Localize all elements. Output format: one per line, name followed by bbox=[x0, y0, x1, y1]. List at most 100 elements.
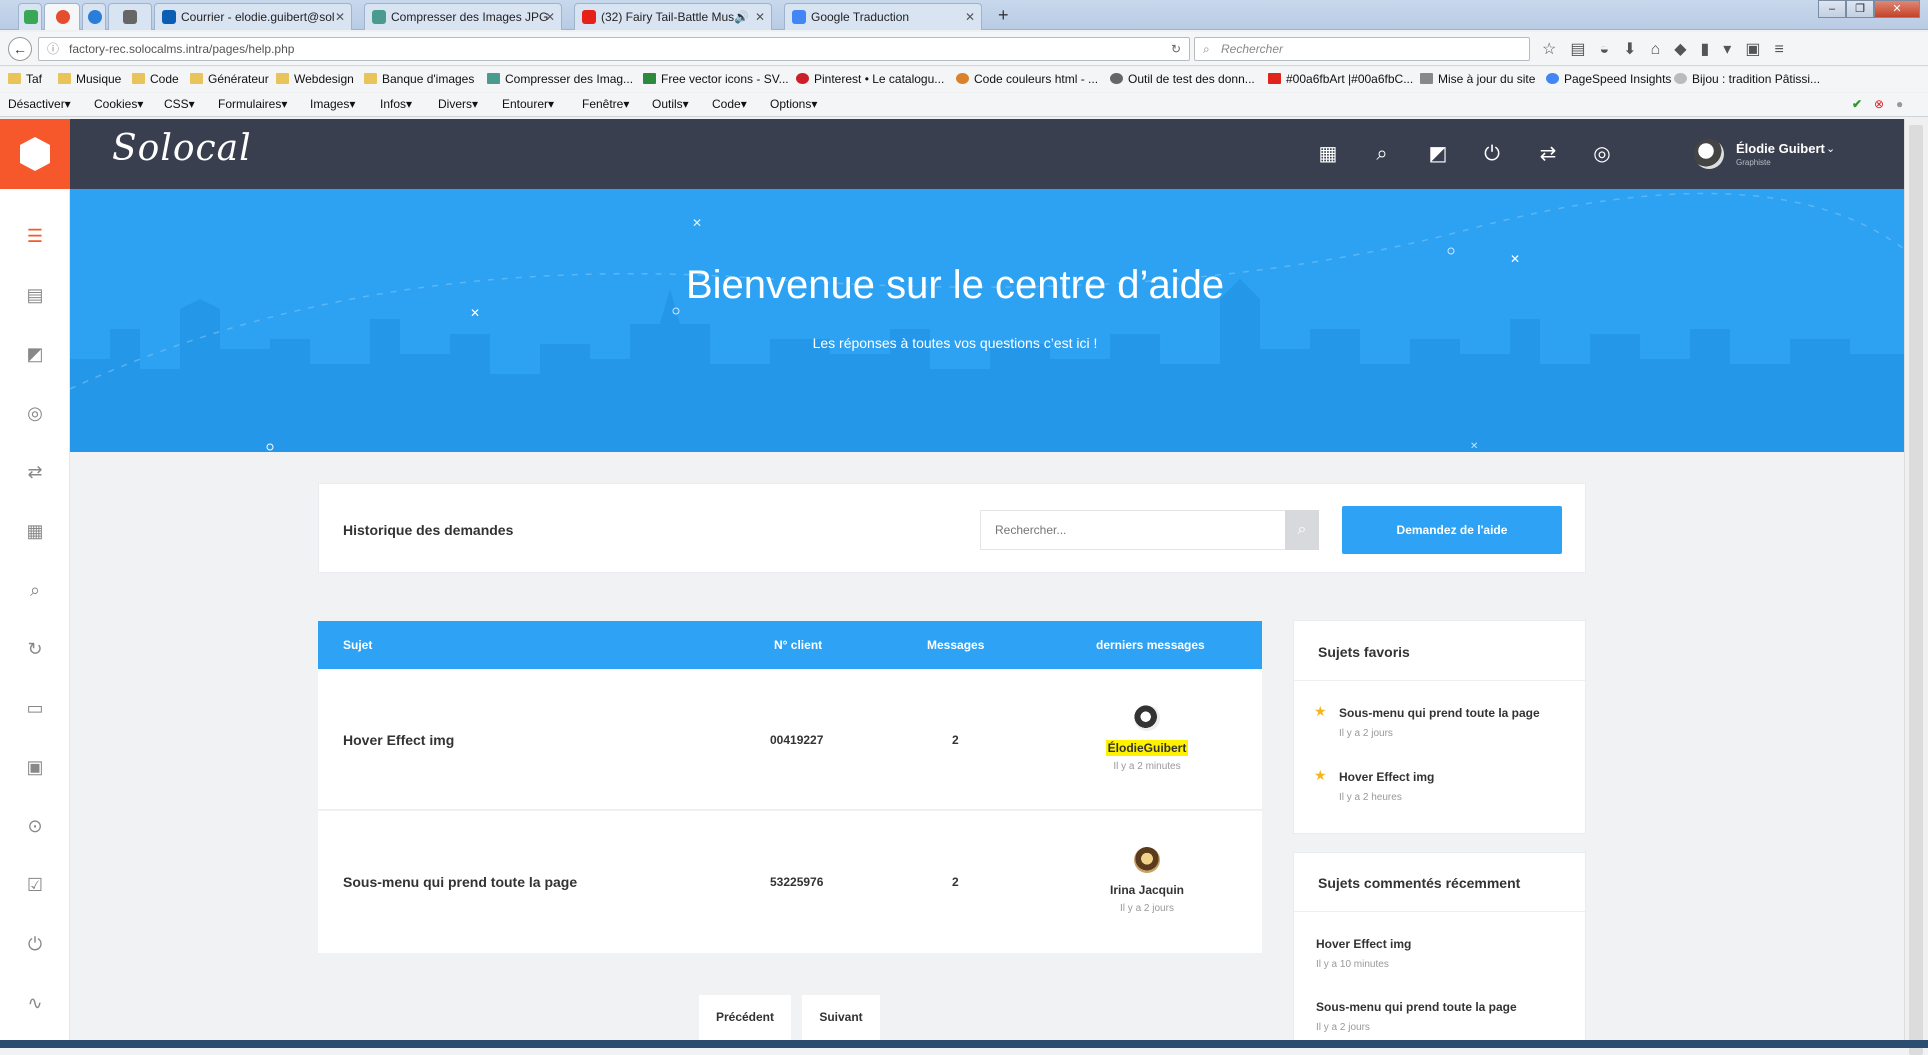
col-sujet[interactable]: Sujet bbox=[343, 638, 372, 652]
new-tab-button[interactable]: + bbox=[998, 5, 1009, 26]
favorite-item[interactable]: Sous-menu qui prend toute la page bbox=[1339, 706, 1540, 720]
bookmark-free-vector[interactable]: Free vector icons - SV... bbox=[643, 72, 789, 86]
search-input[interactable] bbox=[980, 510, 1286, 550]
bookmark-mise-a-jour[interactable]: Mise à jour du site bbox=[1420, 72, 1535, 86]
bookmark-musique[interactable]: Musique bbox=[58, 72, 121, 86]
bookmark-pagespeed[interactable]: PageSpeed Insights bbox=[1546, 72, 1671, 86]
bookmark-code[interactable]: Code bbox=[132, 72, 179, 86]
url-bar[interactable]: ⓘ factory-rec.solocalms.intra/pages/help… bbox=[38, 37, 1190, 61]
bookmark-couleurs[interactable]: Code couleurs html - ... bbox=[956, 72, 1098, 86]
previous-button[interactable]: Précédent bbox=[699, 995, 791, 1040]
tab-google-traduction[interactable]: Google Traduction ✕ bbox=[784, 3, 982, 30]
page-scrollbar[interactable] bbox=[1904, 119, 1928, 1055]
next-button[interactable]: Suivant bbox=[802, 995, 880, 1040]
back-button[interactable]: ← bbox=[8, 37, 32, 61]
share-icon[interactable]: ⇄ bbox=[23, 460, 47, 484]
bookmark-pinterest[interactable]: Pinterest • Le catalogu... bbox=[796, 72, 944, 86]
tab-pinned-3[interactable] bbox=[82, 3, 106, 30]
menu-icon[interactable]: ☰ bbox=[23, 224, 47, 248]
support-icon[interactable]: ◎ bbox=[23, 401, 47, 425]
row-user[interactable]: Irina Jacquin bbox=[1087, 883, 1207, 897]
list-icon[interactable]: ▤ bbox=[23, 283, 47, 307]
tab-pinned-1[interactable] bbox=[18, 3, 42, 30]
tab-pinned-4[interactable] bbox=[108, 3, 152, 30]
location-icon[interactable]: ⊙ bbox=[23, 814, 47, 838]
grid-icon[interactable]: ▦ bbox=[23, 519, 47, 543]
dev-formulaires[interactable]: Formulaires▾ bbox=[218, 97, 287, 111]
close-icon[interactable]: ✕ bbox=[335, 4, 345, 30]
row-user[interactable]: ÉlodieGuibert bbox=[1087, 740, 1207, 756]
nav-bar: ← ⓘ factory-rec.solocalms.intra/pages/he… bbox=[0, 32, 1928, 66]
dev-entourer[interactable]: Entourer▾ bbox=[502, 97, 554, 111]
bookmark-bijou[interactable]: Bijou : tradition Pâtissi... bbox=[1674, 72, 1820, 86]
article-icon[interactable]: ▭ bbox=[23, 696, 47, 720]
search-icon: ⌕ bbox=[1203, 42, 1210, 56]
restore-button[interactable]: ❐ bbox=[1846, 0, 1874, 18]
tab-compresser[interactable]: Compresser des Images JPG ✕ bbox=[364, 3, 562, 30]
row-subject[interactable]: Hover Effect img bbox=[343, 732, 454, 748]
ask-help-button[interactable]: Demandez de l'aide bbox=[1342, 506, 1562, 554]
window-close-button[interactable]: ✕ bbox=[1874, 0, 1920, 18]
dev-desactiver[interactable]: Désactiver▾ bbox=[8, 97, 71, 111]
search-button[interactable]: ⌕ bbox=[1285, 510, 1319, 550]
minimize-button[interactable]: ‒ bbox=[1818, 0, 1846, 18]
bookmark-webdesign[interactable]: Webdesign bbox=[276, 72, 354, 86]
refresh-icon[interactable]: ↻ bbox=[23, 637, 47, 661]
recent-item[interactable]: Hover Effect img bbox=[1316, 937, 1411, 951]
tab-pinned-2[interactable] bbox=[44, 3, 80, 30]
favorite-item[interactable]: Hover Effect img bbox=[1339, 770, 1434, 784]
bookmark-compresser[interactable]: Compresser des Imag... bbox=[487, 72, 633, 86]
chart-icon[interactable]: ◩ bbox=[1426, 142, 1450, 166]
bookmark-outil-test[interactable]: Outil de test des donn... bbox=[1110, 72, 1255, 86]
dev-code[interactable]: Code▾ bbox=[712, 97, 747, 111]
col-messages[interactable]: Messages bbox=[927, 638, 984, 652]
user-name[interactable]: Élodie Guibert bbox=[1736, 141, 1825, 156]
app-logo[interactable] bbox=[0, 119, 70, 189]
dev-css[interactable]: CSS▾ bbox=[164, 97, 195, 111]
tab-courrier[interactable]: Courrier - elodie.guibert@sol ✕ bbox=[154, 3, 352, 30]
speaker-icon[interactable]: 🔊 bbox=[734, 4, 749, 30]
scrollbar-thumb[interactable] bbox=[1909, 125, 1923, 1055]
bookmark-adobe[interactable]: #00a6fbArt |#00a6fbC... bbox=[1268, 72, 1413, 86]
close-icon[interactable]: ✕ bbox=[755, 4, 765, 30]
dev-outils[interactable]: Outils▾ bbox=[652, 97, 689, 111]
table-row[interactable]: Hover Effect img 00419227 2 ÉlodieGuiber… bbox=[318, 669, 1262, 810]
plug-icon[interactable]: ⏻ bbox=[23, 932, 47, 956]
col-client[interactable]: N° client bbox=[774, 638, 822, 652]
close-icon[interactable]: ✕ bbox=[545, 4, 555, 30]
activity-icon[interactable]: ∿ bbox=[23, 991, 47, 1015]
dev-images[interactable]: Images▾ bbox=[310, 97, 355, 111]
bookmark-banque[interactable]: Banque d'images bbox=[364, 72, 474, 86]
avatar[interactable] bbox=[1694, 139, 1724, 169]
bookmark-taf[interactable]: Taf bbox=[8, 72, 42, 86]
close-icon[interactable]: ✕ bbox=[965, 4, 975, 30]
calendar-icon[interactable]: ▦ bbox=[1316, 142, 1340, 166]
star-icon[interactable]: ★ bbox=[1314, 703, 1327, 720]
browser-search-input[interactable]: ⌕ Rechercher bbox=[1194, 37, 1530, 61]
plug-icon[interactable]: ⏻ bbox=[1480, 142, 1504, 166]
star-icon[interactable]: ★ bbox=[1314, 767, 1327, 784]
row-subject[interactable]: Sous-menu qui prend toute la page bbox=[343, 874, 577, 890]
avatar[interactable] bbox=[1134, 847, 1160, 873]
support-icon[interactable]: ◎ bbox=[1590, 142, 1614, 166]
dev-divers[interactable]: Divers▾ bbox=[438, 97, 478, 111]
search-icon[interactable]: ⌕ bbox=[1370, 142, 1394, 166]
recent-item[interactable]: Sous-menu qui prend toute la page bbox=[1316, 1000, 1517, 1014]
checklist-icon[interactable]: ☑ bbox=[23, 873, 47, 897]
toolbar-icons[interactable]: ☆▤◒⬇⌂◆▮▾▣≡ bbox=[1542, 39, 1798, 59]
search-icon[interactable]: ⌕ bbox=[23, 578, 47, 602]
dev-options[interactable]: Options▾ bbox=[770, 97, 817, 111]
table-row[interactable]: Sous-menu qui prend toute la page 532259… bbox=[318, 811, 1262, 953]
reload-icon[interactable]: ↻ bbox=[1171, 38, 1181, 60]
dev-fenetre[interactable]: Fenêtre▾ bbox=[582, 97, 629, 111]
chevron-down-icon[interactable]: ⌄ bbox=[1826, 142, 1835, 155]
calendar-icon[interactable]: ▣ bbox=[23, 755, 47, 779]
dev-infos[interactable]: Infos▾ bbox=[380, 97, 412, 111]
bookmark-generateur[interactable]: Générateur bbox=[190, 72, 269, 86]
dev-cookies[interactable]: Cookies▾ bbox=[94, 97, 143, 111]
col-derniers-messages[interactable]: derniers messages bbox=[1096, 638, 1205, 652]
avatar[interactable] bbox=[1134, 705, 1160, 731]
tab-youtube[interactable]: (32) Fairy Tail-Battle Mus 🔊 ✕ bbox=[574, 3, 772, 30]
share-icon[interactable]: ⇄ bbox=[1536, 142, 1560, 166]
image-icon[interactable]: ◩ bbox=[23, 342, 47, 366]
